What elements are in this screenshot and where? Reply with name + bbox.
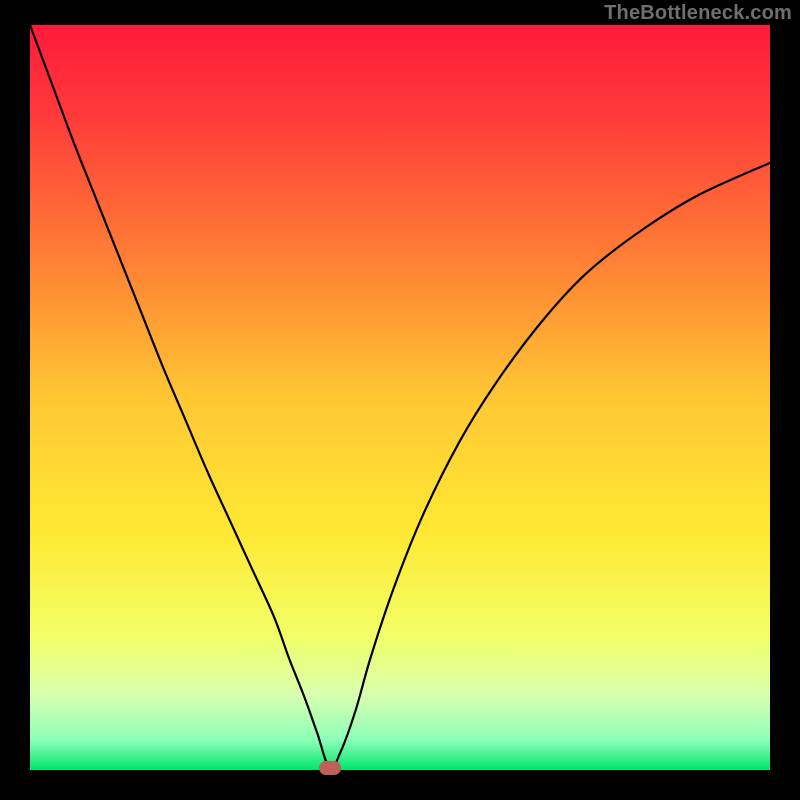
watermark-text: TheBottleneck.com: [604, 2, 792, 25]
chart-frame: TheBottleneck.com: [0, 0, 800, 800]
plot-background: [30, 25, 770, 770]
bottleneck-chart: [0, 0, 800, 800]
optimal-point-marker: [319, 761, 341, 775]
